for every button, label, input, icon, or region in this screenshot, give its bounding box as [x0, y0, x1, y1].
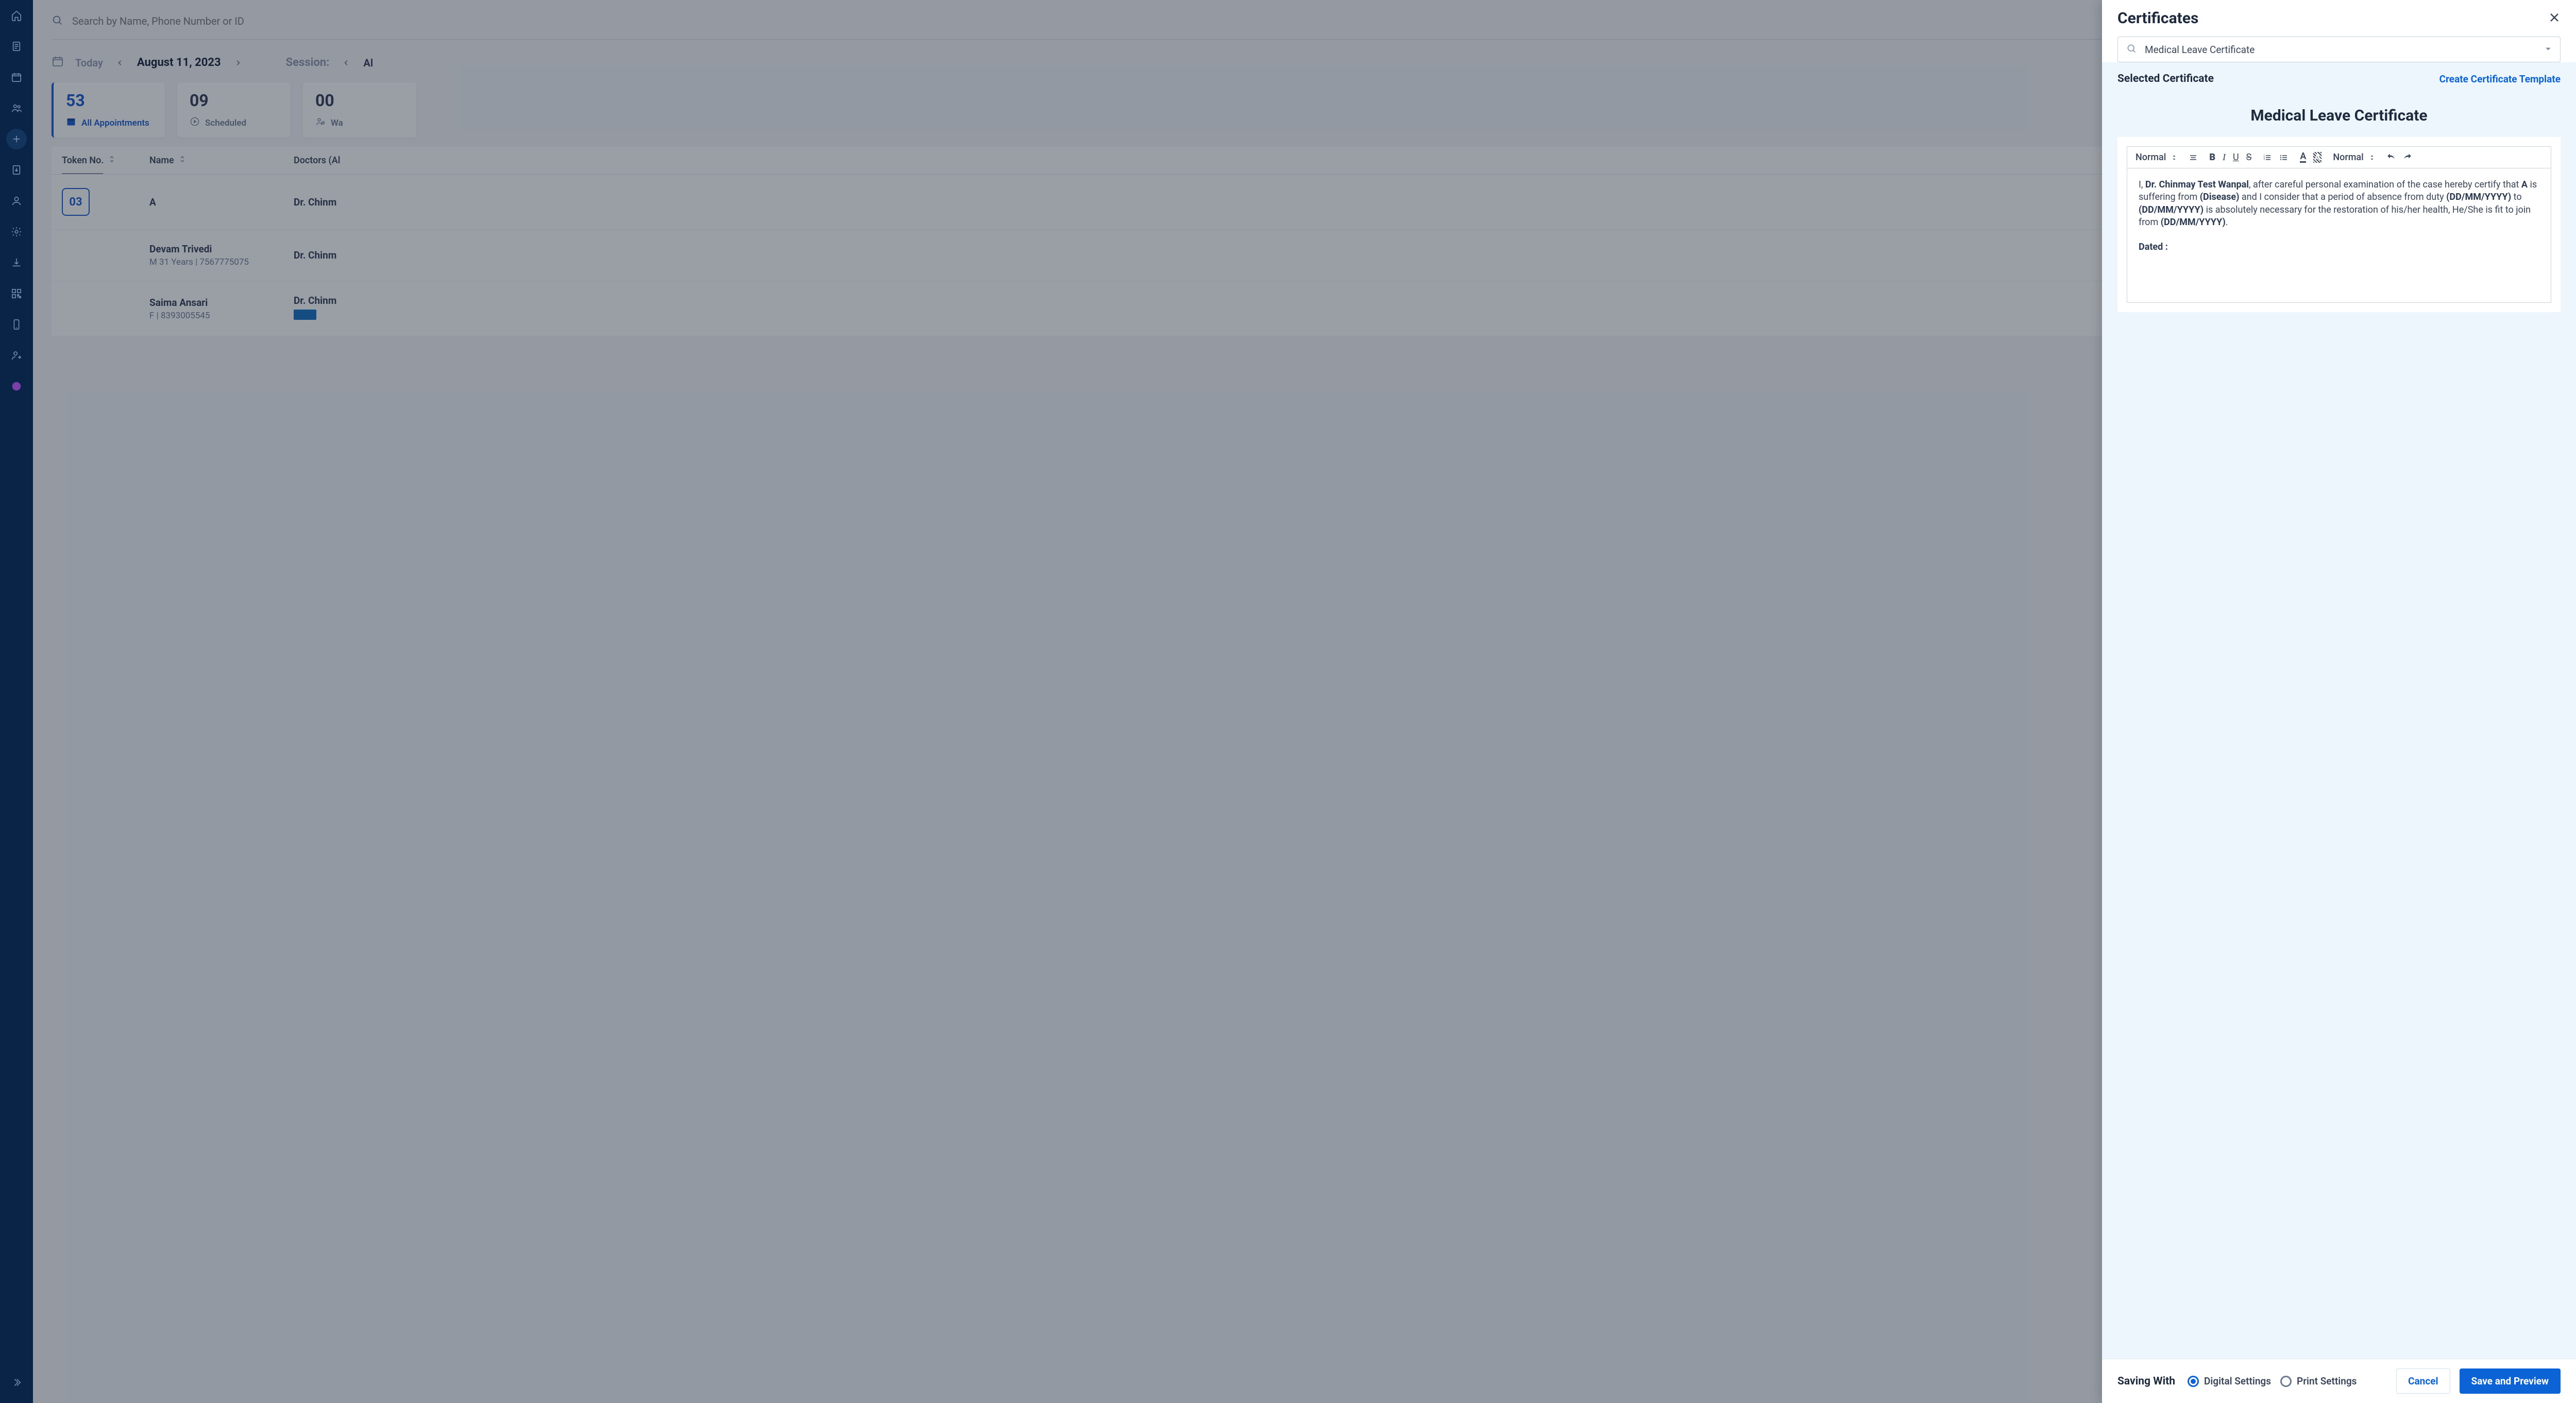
mobile-icon[interactable]: [6, 314, 27, 335]
main-area: Today August 11, 2023 Session: Al 53 All…: [33, 0, 2576, 1403]
underline-icon[interactable]: U: [2233, 152, 2239, 163]
users-icon[interactable]: [6, 98, 27, 118]
align-icon[interactable]: [2189, 153, 2198, 162]
dropdown-icon: [2545, 45, 2552, 55]
bold-icon[interactable]: B: [2209, 152, 2215, 163]
search-icon: [2126, 43, 2137, 56]
certificate-title: Medical Leave Certificate: [2117, 107, 2561, 125]
gear-icon[interactable]: [6, 221, 27, 242]
drawer-title: Certificates: [2117, 9, 2198, 27]
save-preview-button[interactable]: Save and Preview: [2460, 1368, 2561, 1394]
certificates-drawer: Certificates Medical Leave Certificate S…: [2102, 0, 2576, 1403]
certificate-search-select[interactable]: Medical Leave Certificate: [2117, 37, 2561, 62]
heading-select[interactable]: Normal: [2136, 152, 2177, 163]
undo-icon[interactable]: [2386, 153, 2396, 162]
radio-digital-settings[interactable]: Digital Settings: [2188, 1375, 2271, 1387]
italic-icon[interactable]: I: [2223, 152, 2226, 163]
create-template-link[interactable]: Create Certificate Template: [2439, 73, 2561, 85]
certificate-document: Medical Leave Certificate Normal B I U S: [2117, 94, 2561, 312]
drawer-footer: Saving With Digital Settings Print Setti…: [2102, 1359, 2576, 1403]
home-icon[interactable]: [6, 5, 27, 26]
sidebar: [0, 0, 33, 1403]
qr-icon[interactable]: [6, 283, 27, 304]
svg-text:3: 3: [2264, 158, 2265, 161]
profile-icon[interactable]: [6, 191, 27, 211]
radio-print-settings[interactable]: Print Settings: [2280, 1375, 2357, 1387]
download-icon[interactable]: [6, 252, 27, 273]
badge-icon[interactable]: [6, 376, 27, 397]
bullet-list-icon[interactable]: [2279, 153, 2289, 162]
close-icon[interactable]: [2548, 11, 2561, 26]
editor-toolbar: Normal B I U S 123: [2127, 147, 2551, 168]
size-select[interactable]: Normal: [2333, 152, 2375, 163]
saving-with-label: Saving With: [2117, 1375, 2175, 1388]
ordered-list-icon[interactable]: 123: [2263, 153, 2272, 162]
certificate-search-value: Medical Leave Certificate: [2145, 44, 2536, 56]
redo-icon[interactable]: [2403, 153, 2412, 162]
calendar-icon[interactable]: [6, 67, 27, 88]
expand-icon[interactable]: [6, 1372, 27, 1393]
text-color-icon[interactable]: A: [2300, 152, 2306, 163]
strike-icon[interactable]: S: [2246, 152, 2252, 163]
document-icon[interactable]: [6, 36, 27, 57]
editor-body[interactable]: I, Dr. Chinmay Test Wanpal, after carefu…: [2127, 168, 2551, 302]
cancel-button[interactable]: Cancel: [2396, 1368, 2450, 1394]
file-download-icon[interactable]: [6, 160, 27, 180]
user-forward-icon[interactable]: [6, 345, 27, 366]
add-icon[interactable]: [6, 129, 27, 149]
highlight-icon[interactable]: A: [2313, 152, 2321, 163]
selected-certificate-label: Selected Certificate: [2117, 73, 2214, 85]
